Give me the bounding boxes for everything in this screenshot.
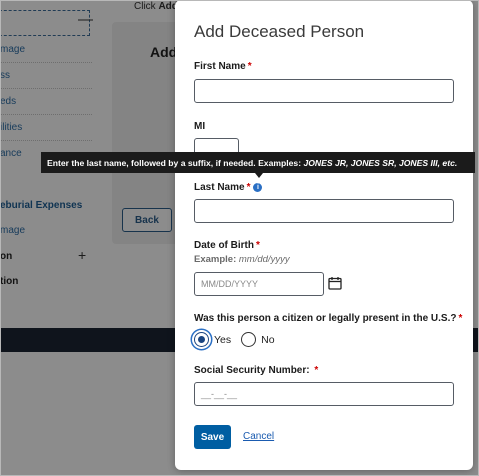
dob-input[interactable]: MM/DD/YYYY xyxy=(194,272,324,296)
ssn-label: Social Security Number: * xyxy=(194,365,319,376)
mi-label: MI xyxy=(194,121,206,132)
radio-yes-label[interactable]: Yes xyxy=(214,334,231,346)
radio-no[interactable] xyxy=(241,332,257,347)
radio-no-label[interactable]: No xyxy=(261,334,274,346)
radio-yes[interactable] xyxy=(194,332,209,347)
add-deceased-person-dialog: Add Deceased Person First Name * MI Last … xyxy=(175,0,473,470)
last-name-label: Last Name * i xyxy=(194,182,263,193)
required-marker: * xyxy=(247,61,252,72)
dob-label: Date of Birth * xyxy=(194,240,260,251)
citizen-radio-group: Yes No xyxy=(194,332,285,347)
info-icon[interactable]: i xyxy=(253,183,263,192)
citizen-question: Was this person a citizen or legally pre… xyxy=(194,313,463,324)
required-marker: * xyxy=(458,313,463,324)
first-name-input[interactable] xyxy=(194,79,454,103)
tooltip-arrow xyxy=(255,173,263,178)
last-name-input[interactable] xyxy=(194,199,454,223)
ssn-input[interactable]: __-__-__ xyxy=(194,382,454,406)
dialog-title: Add Deceased Person xyxy=(194,22,365,41)
required-marker: * xyxy=(256,240,260,251)
cancel-link[interactable]: Cancel xyxy=(243,431,274,442)
required-marker: * xyxy=(314,365,319,376)
dob-hint: Example: mm/dd/yyyy xyxy=(194,254,290,265)
required-marker: * xyxy=(246,182,251,193)
last-name-tooltip: Enter the last name, followed by a suffi… xyxy=(41,152,475,173)
save-button[interactable]: Save xyxy=(194,425,231,449)
calendar-icon[interactable] xyxy=(328,276,342,290)
first-name-label: First Name * xyxy=(194,61,252,72)
